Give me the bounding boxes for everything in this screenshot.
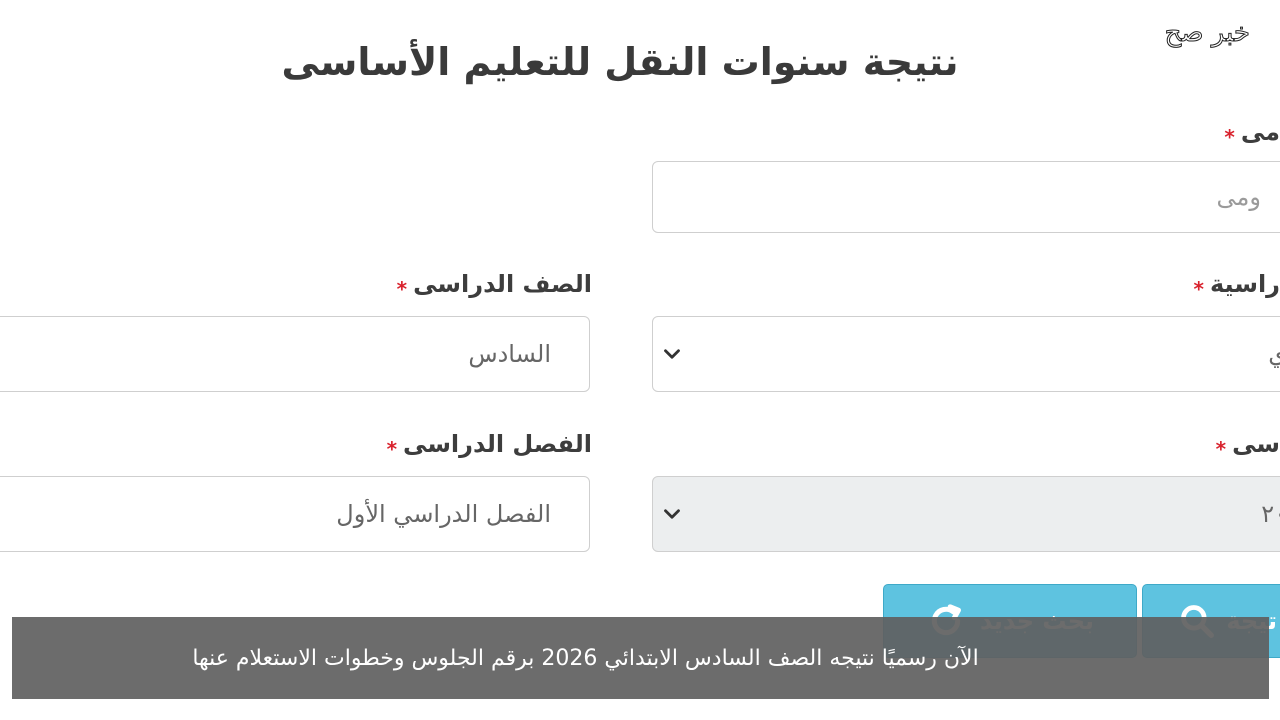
year-label: سى* [1210, 430, 1280, 458]
national-id-label-text: مى [1240, 118, 1280, 146]
year-select[interactable]: ٢٠ [652, 476, 1280, 552]
page-title: نتيجة سنوات النقل للتعليم الأساسى [281, 40, 959, 84]
required-mark: * [386, 437, 398, 458]
grade-label-text: الصف الدراسى [413, 270, 592, 298]
year-value: ٢٠ [1261, 500, 1280, 528]
required-mark: * [396, 277, 408, 298]
required-mark: * [1224, 125, 1235, 146]
grade-label: الصف الدراسى* [370, 270, 592, 298]
term-label-text: الفصل الدراسى [403, 430, 592, 458]
national-id-label: مى* [1210, 118, 1280, 146]
grade-field[interactable]: السادس [0, 316, 590, 392]
term-value: الفصل الدراسي الأول [336, 500, 551, 528]
stage-value: ي [1268, 340, 1280, 368]
term-label: الفصل الدراسى* [360, 430, 592, 458]
stage-select[interactable]: ي [652, 316, 1280, 392]
chevron-down-icon [664, 509, 680, 519]
brand-watermark: خبر صح [1164, 18, 1250, 49]
required-mark: * [1215, 437, 1227, 458]
national-id-input[interactable]: ومى [652, 161, 1280, 233]
news-headline-text: الآن رسميًا نتيجه الصف السادس الابتدائي … [192, 646, 979, 671]
chevron-down-icon [664, 349, 680, 359]
stage-label-text: راسية [1210, 270, 1280, 298]
grade-value: السادس [468, 340, 551, 368]
news-headline-caption: الآن رسميًا نتيجه الصف السادس الابتدائي … [12, 617, 1269, 699]
national-id-placeholder: ومى [1216, 183, 1261, 211]
year-label-text: سى [1232, 430, 1280, 458]
stage-label: راسية * [1180, 270, 1280, 298]
term-field[interactable]: الفصل الدراسي الأول [0, 476, 590, 552]
required-mark: * [1193, 277, 1204, 298]
